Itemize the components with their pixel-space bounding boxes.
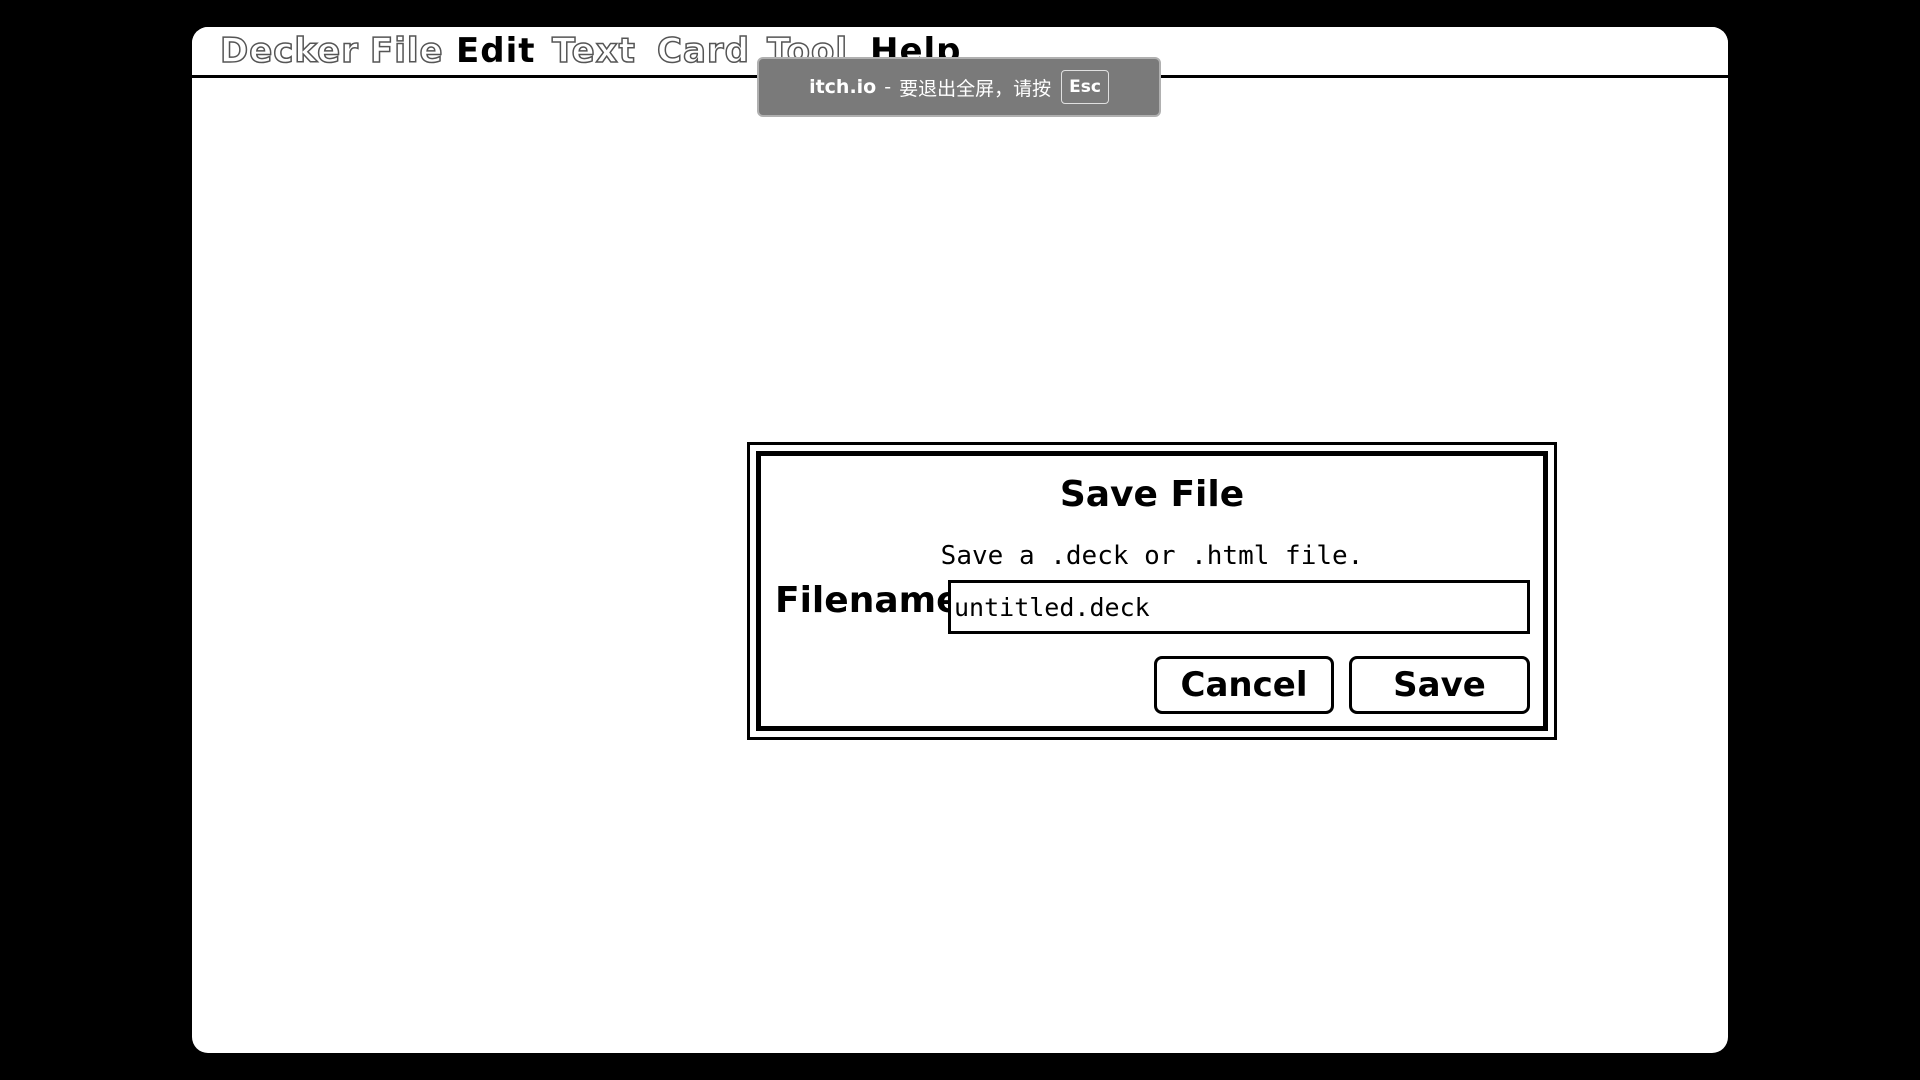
- toast-site: itch.io: [809, 76, 877, 98]
- save-file-dialog: Save File Save a .deck or .html file. Fi…: [747, 442, 1557, 740]
- menu-edit[interactable]: Edit: [456, 27, 535, 75]
- cancel-button[interactable]: Cancel: [1154, 656, 1334, 714]
- dialog-title: Save File: [1059, 474, 1245, 515]
- menu-text[interactable]: Text: [551, 27, 636, 75]
- dialog-frame: Save File Save a .deck or .html file. Fi…: [756, 451, 1548, 731]
- fullscreen-notice: itch.io - 要退出全屏，请按 Esc: [757, 57, 1161, 117]
- toast-separator: -: [884, 76, 892, 98]
- menu-decker[interactable]: Decker: [219, 27, 359, 75]
- dialog-description: Save a .deck or .html file.: [940, 541, 1364, 571]
- decker-screen: Decker File Edit Text Card Tool Help Sav…: [192, 27, 1728, 1053]
- filename-input[interactable]: [948, 580, 1530, 634]
- menu-file[interactable]: File: [369, 27, 444, 75]
- filename-label: Filename: [775, 580, 961, 621]
- save-button[interactable]: Save: [1349, 656, 1530, 714]
- menu-card[interactable]: Card: [656, 27, 750, 75]
- esc-key-badge: Esc: [1061, 70, 1109, 104]
- toast-message: 要退出全屏，请按: [899, 77, 1052, 100]
